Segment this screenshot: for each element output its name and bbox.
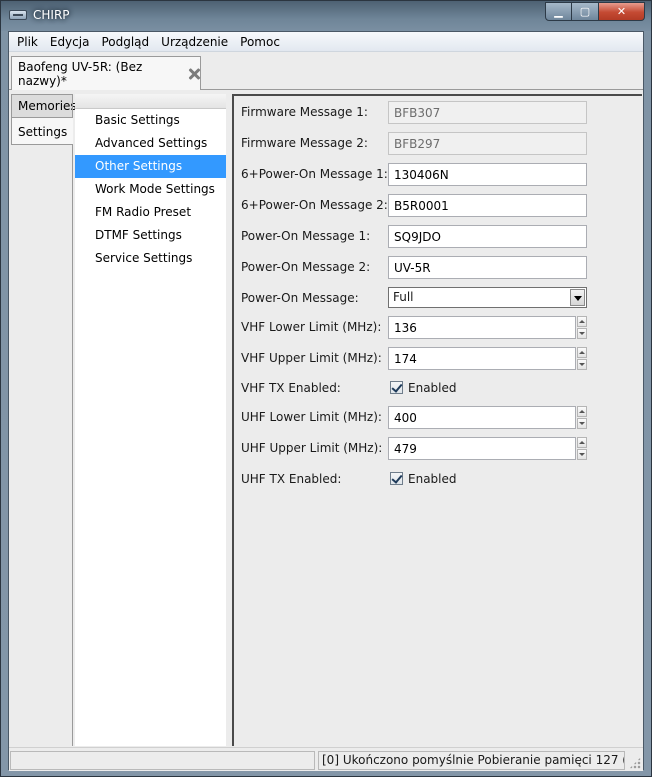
resize-grip-icon[interactable] xyxy=(629,757,641,769)
power-on-message-select[interactable]: Full xyxy=(388,287,587,308)
uhf-tx-enabled-checkbox[interactable] xyxy=(390,472,403,485)
vhf-tx-enabled-checkbox[interactable] xyxy=(390,381,403,394)
uhf-lower-limit-spinner[interactable] xyxy=(388,406,576,429)
power-on-message-2-row: Power-On Message 2: xyxy=(241,256,641,280)
window-controls: ▁ ▢ ✕ xyxy=(545,2,645,21)
side-tab-strip: Memories Settings xyxy=(11,94,77,145)
power-on-message-1-label: Power-On Message 1: xyxy=(241,229,371,243)
menu-bar: Plik Edycja Podgląd Urządzenie Pomoc xyxy=(9,32,643,52)
spin-up-icon[interactable] xyxy=(577,316,587,327)
settings-nav-tree[interactable]: Basic Settings Advanced Settings Other S… xyxy=(75,94,226,746)
vhf-upper-limit-spinner[interactable] xyxy=(388,347,576,370)
six-power-on-message-2-row: 6+Power-On Message 2: xyxy=(241,194,641,218)
spin-down-icon[interactable] xyxy=(577,359,587,370)
status-message: [0] Ukończono pomyślnie Pobieranie pamię… xyxy=(318,751,625,770)
window-title: CHIRP xyxy=(33,8,70,22)
vhf-tx-enabled-row: VHF TX Enabled: Enabled xyxy=(241,377,641,401)
close-button[interactable]: ✕ xyxy=(599,2,645,21)
nav-item-work-mode-settings[interactable]: Work Mode Settings xyxy=(75,178,226,201)
power-on-message-1-field[interactable] xyxy=(388,225,587,248)
spin-down-icon[interactable] xyxy=(577,328,587,339)
document-tab[interactable]: Baofeng UV-5R: (Bez nazwy)* xyxy=(11,56,201,90)
menu-edycja[interactable]: Edycja xyxy=(44,32,96,52)
power-on-message-2-label: Power-On Message 2: xyxy=(241,260,371,274)
chevron-down-icon[interactable] xyxy=(570,289,585,306)
uhf-tx-enabled-row: UHF TX Enabled: Enabled xyxy=(241,468,641,492)
uhf-upper-limit-row: UHF Upper Limit (MHz): xyxy=(241,437,641,461)
spin-up-icon[interactable] xyxy=(577,347,587,358)
power-on-message-value: Full xyxy=(393,290,414,304)
title-bar[interactable]: CHIRP ▁ ▢ ✕ xyxy=(1,1,651,31)
menu-plik[interactable]: Plik xyxy=(11,32,44,52)
other-settings-panel: Firmware Message 1: Firmware Message 2: … xyxy=(232,94,642,746)
vhf-lower-limit-spin-buttons xyxy=(577,316,587,339)
vhf-lower-limit-label: VHF Lower Limit (MHz): xyxy=(241,320,382,334)
uhf-lower-limit-spin-buttons xyxy=(577,406,587,429)
power-on-message-row: Power-On Message: Full xyxy=(241,287,641,311)
nav-tree-header xyxy=(75,94,226,109)
firmware-message-1-field xyxy=(388,101,587,124)
vhf-lower-limit-spinner[interactable] xyxy=(388,316,576,339)
nav-item-basic-settings[interactable]: Basic Settings xyxy=(75,109,226,132)
uhf-upper-limit-spin-buttons xyxy=(577,437,587,460)
minimize-button[interactable]: ▁ xyxy=(545,2,572,21)
six-power-on-message-2-field[interactable] xyxy=(388,194,587,217)
menu-podglad[interactable]: Podgląd xyxy=(95,32,155,52)
menu-urzadzenie[interactable]: Urządzenie xyxy=(155,32,234,52)
app-window: CHIRP ▁ ▢ ✕ Plik Edycja Podgląd Urządzen… xyxy=(0,0,652,777)
close-x-icon[interactable] xyxy=(187,67,200,81)
uhf-tx-enabled-label: UHF TX Enabled: xyxy=(241,472,342,486)
six-power-on-message-1-field[interactable] xyxy=(388,163,587,186)
nav-item-advanced-settings[interactable]: Advanced Settings xyxy=(75,132,226,155)
power-on-message-2-field[interactable] xyxy=(388,256,587,279)
power-on-message-label: Power-On Message: xyxy=(241,291,359,305)
chirp-app-icon xyxy=(9,10,27,20)
status-bar: [0] Ukończono pomyślnie Pobieranie pamię… xyxy=(9,747,643,771)
firmware-message-2-row: Firmware Message 2: xyxy=(241,132,641,156)
maximize-button[interactable]: ▢ xyxy=(572,2,599,21)
document-tab-label: Baofeng UV-5R: (Bez nazwy)* xyxy=(18,59,143,88)
client-area: Plik Edycja Podgląd Urządzenie Pomoc Bao… xyxy=(8,31,645,771)
nav-item-fm-radio-preset[interactable]: FM Radio Preset xyxy=(75,201,226,224)
vhf-tx-enabled-check-label[interactable]: Enabled xyxy=(408,381,457,395)
status-left-pane xyxy=(10,751,315,770)
uhf-tx-enabled-check-label[interactable]: Enabled xyxy=(408,472,457,486)
tab-settings[interactable]: Settings xyxy=(11,117,73,145)
spin-down-icon[interactable] xyxy=(577,418,587,429)
six-power-on-message-1-row: 6+Power-On Message 1: xyxy=(241,163,641,187)
uhf-lower-limit-row: UHF Lower Limit (MHz): xyxy=(241,406,641,430)
vhf-lower-limit-row: VHF Lower Limit (MHz): xyxy=(241,316,641,340)
editor-area: Memories Settings Basic Settings Advance… xyxy=(9,91,645,746)
nav-item-dtmf-settings[interactable]: DTMF Settings xyxy=(75,224,226,247)
spin-up-icon[interactable] xyxy=(577,437,587,448)
uhf-upper-limit-label: UHF Upper Limit (MHz): xyxy=(241,441,383,455)
vhf-upper-limit-row: VHF Upper Limit (MHz): xyxy=(241,347,641,371)
firmware-message-1-label: Firmware Message 1: xyxy=(241,105,368,119)
vhf-upper-limit-label: VHF Upper Limit (MHz): xyxy=(241,351,382,365)
firmware-message-1-row: Firmware Message 1: xyxy=(241,101,641,125)
six-power-on-message-1-label: 6+Power-On Message 1: xyxy=(241,167,388,181)
nav-item-other-settings[interactable]: Other Settings xyxy=(75,155,226,178)
close-icon: ✕ xyxy=(616,5,627,18)
vhf-tx-enabled-label: VHF TX Enabled: xyxy=(241,381,341,395)
notebook-frame-divider xyxy=(72,94,73,746)
six-power-on-message-2-label: 6+Power-On Message 2: xyxy=(241,198,388,212)
tab-memories[interactable]: Memories xyxy=(11,94,77,118)
spin-up-icon[interactable] xyxy=(577,406,587,417)
spin-down-icon[interactable] xyxy=(577,449,587,460)
vhf-upper-limit-spin-buttons xyxy=(577,347,587,370)
nav-item-service-settings[interactable]: Service Settings xyxy=(75,247,226,270)
maximize-icon: ▢ xyxy=(579,5,591,18)
firmware-message-2-field xyxy=(388,132,587,155)
document-tab-bar: Baofeng UV-5R: (Bez nazwy)* xyxy=(9,53,643,90)
power-on-message-1-row: Power-On Message 1: xyxy=(241,225,641,249)
uhf-lower-limit-label: UHF Lower Limit (MHz): xyxy=(241,410,382,424)
firmware-message-2-label: Firmware Message 2: xyxy=(241,136,368,150)
uhf-upper-limit-spinner[interactable] xyxy=(388,437,576,460)
menu-pomoc[interactable]: Pomoc xyxy=(234,32,286,52)
minimize-icon: ▁ xyxy=(554,5,563,18)
